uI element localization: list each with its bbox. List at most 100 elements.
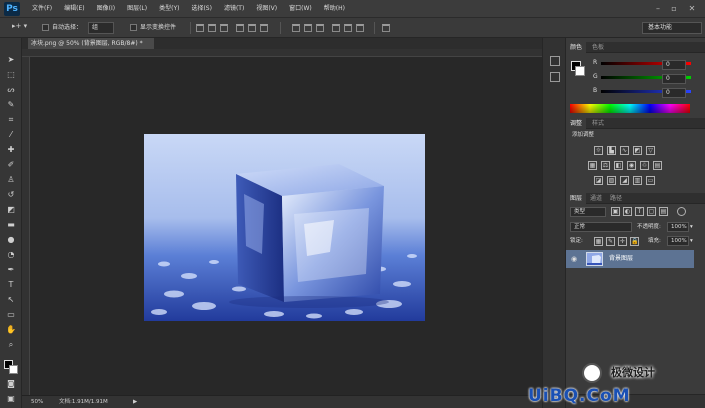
invert-adjust-icon[interactable]: ◪ (594, 176, 603, 185)
ice-cube-image[interactable] (144, 134, 425, 321)
gradient-map-adjust-icon[interactable]: ▭ (646, 176, 655, 185)
filter-type-icon[interactable]: T (635, 207, 644, 216)
tab-styles[interactable]: 样式 (588, 118, 608, 129)
background-color-swatch[interactable] (9, 365, 18, 374)
rectangle-tool-icon[interactable]: ▭ (5, 309, 17, 320)
status-arrow-icon[interactable]: ▶ (133, 398, 137, 407)
menu-view[interactable]: 视图(V) (250, 0, 283, 18)
align-top-icon[interactable] (196, 24, 204, 32)
marquee-tool-icon[interactable]: ⬚ (5, 69, 17, 80)
type-tool-icon[interactable]: T (5, 279, 17, 290)
filter-pixel-icon[interactable]: ▣ (611, 207, 620, 216)
layer-name[interactable]: 背景图层 (609, 254, 633, 264)
path-select-tool-icon[interactable]: ↖ (5, 294, 17, 305)
maximize-icon[interactable]: ▫ (668, 3, 680, 15)
zoom-tool-icon[interactable]: ⌕ (5, 339, 17, 350)
auto-align-layers-icon[interactable] (382, 24, 390, 32)
exposure-adjust-icon[interactable]: ◩ (633, 146, 642, 155)
menu-select[interactable]: 选择(S) (185, 0, 218, 18)
color-balance-adjust-icon[interactable]: ⚖ (601, 161, 610, 170)
menu-filter[interactable]: 滤镜(T) (218, 0, 250, 18)
auto-select-checkbox[interactable] (42, 24, 49, 31)
distribute-vcenter-icon[interactable] (304, 24, 312, 32)
lock-all-icon[interactable]: 🔒 (630, 237, 639, 246)
zoom-level[interactable]: 50% (31, 398, 43, 407)
curves-adjust-icon[interactable]: ∿ (620, 146, 629, 155)
document-tab[interactable]: 冰块.png @ 50% (背景图层, RGB/8#) * (28, 38, 154, 49)
filter-smart-object-icon[interactable]: ▤ (659, 207, 668, 216)
minimize-icon[interactable]: – (652, 3, 664, 15)
layer-filter-kind[interactable]: 类型 (570, 207, 606, 217)
distribute-hcenter-icon[interactable] (344, 24, 352, 32)
menu-file[interactable]: 文件(F) (26, 0, 58, 18)
brightness-adjust-icon[interactable]: ☼ (594, 146, 603, 155)
lock-transparent-icon[interactable]: ▦ (594, 237, 603, 246)
gradient-tool-icon[interactable]: ▬ (5, 219, 17, 230)
lock-position-icon[interactable]: ✛ (618, 237, 627, 246)
color-lookup-adjust-icon[interactable]: ▤ (653, 161, 662, 170)
eye-icon[interactable]: ◉ (571, 254, 577, 264)
pen-tool-icon[interactable]: ✒ (5, 264, 17, 275)
blue-value[interactable]: 0 (662, 88, 686, 98)
healing-brush-tool-icon[interactable]: ✚ (5, 144, 17, 155)
distribute-bottom-icon[interactable] (316, 24, 324, 32)
blend-mode-dropdown[interactable]: 正常 (570, 222, 632, 232)
quick-mask-icon[interactable]: ◙ (5, 378, 17, 389)
align-right-icon[interactable] (260, 24, 268, 32)
eyedropper-tool-icon[interactable]: ⁄ (5, 129, 17, 140)
green-value[interactable]: 0 (662, 74, 686, 84)
menu-edit[interactable]: 编辑(E) (58, 0, 90, 18)
filter-toggle-icon[interactable] (677, 207, 686, 216)
move-tool-preset-icon[interactable]: ▸+ ▾ (12, 22, 38, 34)
opacity-input[interactable]: 100% (667, 222, 689, 232)
tab-adjustments[interactable]: 调整 (566, 118, 587, 129)
tab-layers[interactable]: 图层 (566, 193, 587, 204)
tab-swatches[interactable]: 色板 (588, 42, 608, 53)
eraser-tool-icon[interactable]: ◩ (5, 204, 17, 215)
distribute-right-icon[interactable] (356, 24, 364, 32)
vibrance-adjust-icon[interactable]: ▽ (646, 146, 655, 155)
align-left-icon[interactable] (236, 24, 244, 32)
align-hcenter-icon[interactable] (248, 24, 256, 32)
align-vcenter-icon[interactable] (208, 24, 216, 32)
red-value[interactable]: 0 (662, 60, 686, 70)
crop-tool-icon[interactable]: ⌗ (5, 114, 17, 125)
auto-select-dropdown[interactable]: 组 (88, 22, 114, 34)
black-white-adjust-icon[interactable]: ◧ (614, 161, 623, 170)
channel-mixer-adjust-icon[interactable]: ♲ (640, 161, 649, 170)
align-bottom-icon[interactable] (220, 24, 228, 32)
tab-paths[interactable]: 路径 (606, 193, 626, 204)
tab-color[interactable]: 颜色 (566, 42, 587, 53)
distribute-top-icon[interactable] (292, 24, 300, 32)
move-tool-icon[interactable]: ➤ (5, 54, 17, 65)
fill-input[interactable]: 100% (667, 236, 689, 246)
workspace-dropdown[interactable]: 基本功能 (642, 22, 702, 34)
posterize-adjust-icon[interactable]: ▨ (607, 176, 616, 185)
distribute-left-icon[interactable] (332, 24, 340, 32)
layer-thumbnail[interactable] (586, 252, 603, 266)
clone-stamp-tool-icon[interactable]: ♙ (5, 174, 17, 185)
color-bg-swatch[interactable] (575, 66, 585, 76)
opacity-chevron-icon[interactable]: ▾ (690, 222, 693, 232)
quick-select-tool-icon[interactable]: ✎ (5, 99, 17, 110)
menu-help[interactable]: 帮助(H) (318, 0, 351, 18)
levels-adjust-icon[interactable]: ▙ (607, 146, 616, 155)
fill-chevron-icon[interactable]: ▾ (690, 236, 693, 246)
photo-filter-adjust-icon[interactable]: ◉ (627, 161, 636, 170)
close-icon[interactable]: ✕ (686, 3, 698, 15)
hue-saturation-adjust-icon[interactable]: ▦ (588, 161, 597, 170)
blur-tool-icon[interactable]: ● (5, 234, 17, 245)
filter-shape-icon[interactable]: ▢ (647, 207, 656, 216)
menu-image[interactable]: 图像(I) (91, 0, 121, 18)
lasso-tool-icon[interactable]: ᔕ (5, 84, 17, 95)
history-panel-icon[interactable] (550, 56, 560, 66)
document-info[interactable]: 文档:1.91M/1.91M (59, 398, 108, 407)
properties-panel-icon[interactable] (550, 72, 560, 82)
lock-image-icon[interactable]: ✎ (606, 237, 615, 246)
menu-type[interactable]: 类型(Y) (153, 0, 185, 18)
menu-layer[interactable]: 图层(L) (121, 0, 153, 18)
menu-window[interactable]: 窗口(W) (283, 0, 318, 18)
tab-channels[interactable]: 通道 (586, 193, 606, 204)
selective-color-adjust-icon[interactable]: ▥ (633, 176, 642, 185)
history-brush-tool-icon[interactable]: ↺ (5, 189, 17, 200)
